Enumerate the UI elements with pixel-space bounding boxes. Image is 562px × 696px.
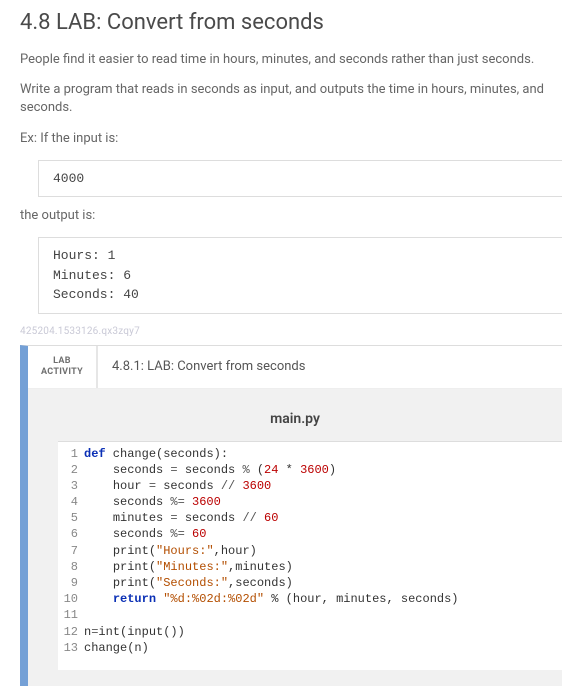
line-number: 5	[58, 510, 84, 526]
badge-line-2: ACTIVITY	[32, 367, 92, 378]
reference-id: 425204.1533126.qx3zqy7	[20, 326, 562, 337]
activity-header: LAB ACTIVITY 4.8.1: LAB: Convert from se…	[28, 346, 562, 389]
line-number: 1	[58, 446, 84, 462]
line-number: 6	[58, 526, 84, 542]
code-line[interactable]: 12n=int(input())	[58, 624, 562, 640]
description-2: Write a program that reads in seconds as…	[20, 81, 562, 117]
line-number: 10	[58, 591, 84, 607]
example-input-box: 4000	[38, 160, 562, 198]
activity-badge: LAB ACTIVITY	[28, 346, 98, 388]
example-output-box: Hours: 1 Minutes: 6 Seconds: 40	[38, 237, 562, 314]
code-line[interactable]: 13change(n)	[58, 640, 562, 656]
description-1: People find it easier to read time in ho…	[20, 51, 562, 69]
line-number: 2	[58, 462, 84, 478]
code-line[interactable]: 5 minutes = seconds // 60	[58, 510, 562, 526]
code-line[interactable]: 9 print("Seconds:",seconds)	[58, 575, 562, 591]
output-line: Minutes: 6	[53, 266, 548, 286]
code-workspace: main.py 1def change(seconds): 2 seconds …	[28, 389, 562, 686]
code-line[interactable]: 11	[58, 607, 562, 623]
code-line[interactable]: 1def change(seconds):	[58, 446, 562, 462]
lab-activity-panel: LAB ACTIVITY 4.8.1: LAB: Convert from se…	[20, 345, 562, 686]
code-line[interactable]: 2 seconds = seconds % (24 * 3600)	[58, 462, 562, 478]
line-number: 13	[58, 640, 84, 656]
output-label: the output is:	[20, 207, 562, 225]
code-line[interactable]: 7 print("Hours:",hour)	[58, 543, 562, 559]
code-line[interactable]: 4 seconds %= 3600	[58, 494, 562, 510]
line-number: 8	[58, 559, 84, 575]
page-title: 4.8 LAB: Convert from seconds	[20, 10, 562, 35]
line-number: 7	[58, 543, 84, 559]
code-line[interactable]: 6 seconds %= 60	[58, 526, 562, 542]
example-label: Ex: If the input is:	[20, 130, 562, 148]
code-editor[interactable]: 1def change(seconds): 2 seconds = second…	[58, 441, 562, 670]
output-line: Hours: 1	[53, 246, 548, 266]
badge-line-1: LAB	[32, 356, 92, 367]
line-number: 4	[58, 494, 84, 510]
activity-title: 4.8.1: LAB: Convert from seconds	[98, 359, 305, 374]
code-line[interactable]: 8 print("Minutes:",minutes)	[58, 559, 562, 575]
code-line[interactable]: 10 return "%d:%02d:%02d" % (hour, minute…	[58, 591, 562, 607]
code-line[interactable]: 3 hour = seconds // 3600	[58, 478, 562, 494]
filename-tab[interactable]: main.py	[58, 405, 532, 441]
line-number: 12	[58, 624, 84, 640]
line-number: 3	[58, 478, 84, 494]
output-line: Seconds: 40	[53, 285, 548, 305]
line-number: 9	[58, 575, 84, 591]
line-number: 11	[58, 607, 84, 623]
